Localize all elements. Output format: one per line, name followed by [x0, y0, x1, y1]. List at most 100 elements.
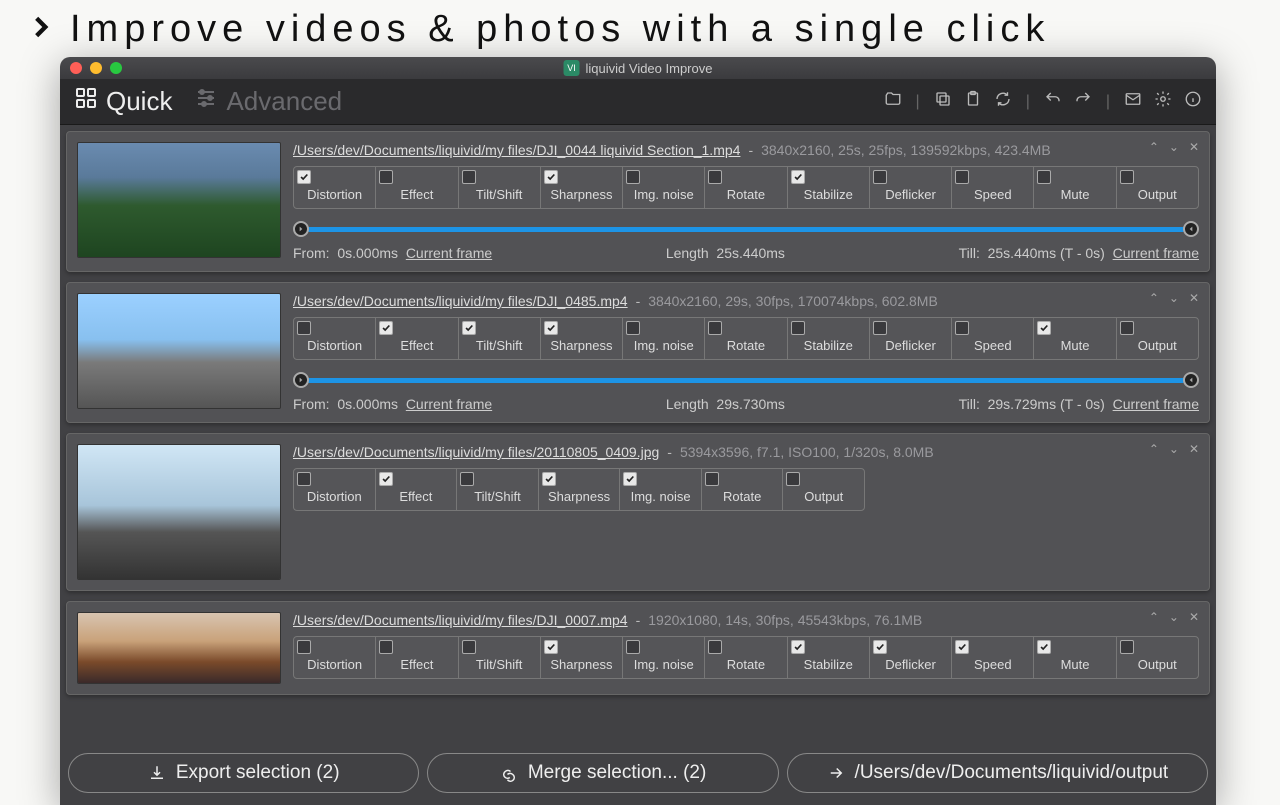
option-distortion[interactable]: Distortion	[294, 469, 376, 510]
timeline-handle-end[interactable]	[1183, 372, 1199, 388]
folder-open-icon[interactable]	[884, 90, 902, 113]
checkbox[interactable]	[542, 472, 556, 486]
info-icon[interactable]	[1184, 90, 1202, 113]
collapse-up-icon[interactable]: ⌃	[1149, 442, 1159, 456]
media-card[interactable]: ⌃ ⌄ ✕ /Users/dev/Documents/liquivid/my f…	[66, 433, 1210, 591]
collapse-up-icon[interactable]: ⌃	[1149, 291, 1159, 305]
option-deflicker[interactable]: Deflicker	[870, 637, 952, 678]
checkbox[interactable]	[786, 472, 800, 486]
current-frame-link[interactable]: Current frame	[1113, 396, 1199, 412]
media-card[interactable]: ⌃ ⌄ ✕ /Users/dev/Documents/liquivid/my f…	[66, 282, 1210, 423]
close-icon[interactable]: ✕	[1189, 610, 1199, 624]
minimize-window-icon[interactable]	[90, 62, 102, 74]
collapse-up-icon[interactable]: ⌃	[1149, 140, 1159, 154]
option-deflicker[interactable]: Deflicker	[870, 318, 952, 359]
current-frame-link[interactable]: Current frame	[406, 396, 492, 412]
checkbox[interactable]	[873, 170, 887, 184]
checkbox[interactable]	[544, 321, 558, 335]
refresh-icon[interactable]	[994, 90, 1012, 113]
checkbox[interactable]	[460, 472, 474, 486]
media-card[interactable]: ⌃ ⌄ ✕ /Users/dev/Documents/liquivid/my f…	[66, 601, 1210, 695]
checkbox[interactable]	[544, 170, 558, 184]
option-speed[interactable]: Speed	[952, 318, 1034, 359]
media-card[interactable]: ⌃ ⌄ ✕ /Users/dev/Documents/liquivid/my f…	[66, 131, 1210, 272]
checkbox[interactable]	[297, 472, 311, 486]
option-rotate[interactable]: Rotate	[705, 167, 787, 208]
option-tiltshift[interactable]: Tilt/Shift	[457, 469, 539, 510]
option-deflicker[interactable]: Deflicker	[870, 167, 952, 208]
expand-down-icon[interactable]: ⌄	[1169, 610, 1179, 624]
option-imgnoise[interactable]: Img. noise	[620, 469, 702, 510]
gear-icon[interactable]	[1154, 90, 1172, 113]
checkbox[interactable]	[708, 321, 722, 335]
checkbox[interactable]	[873, 640, 887, 654]
file-path-link[interactable]: /Users/dev/Documents/liquivid/my files/D…	[293, 612, 628, 628]
option-stabilize[interactable]: Stabilize	[788, 167, 870, 208]
undo-icon[interactable]	[1044, 90, 1062, 113]
thumbnail[interactable]	[77, 612, 281, 684]
copy-icon[interactable]	[934, 90, 952, 113]
expand-down-icon[interactable]: ⌄	[1169, 291, 1179, 305]
mail-icon[interactable]	[1124, 90, 1142, 113]
close-icon[interactable]: ✕	[1189, 140, 1199, 154]
option-tiltshift[interactable]: Tilt/Shift	[459, 637, 541, 678]
option-sharpness[interactable]: Sharpness	[541, 318, 623, 359]
checkbox[interactable]	[462, 640, 476, 654]
option-speed[interactable]: Speed	[952, 167, 1034, 208]
tab-advanced[interactable]: Advanced	[194, 86, 342, 117]
paste-icon[interactable]	[964, 90, 982, 113]
checkbox[interactable]	[1037, 640, 1051, 654]
option-stabilize[interactable]: Stabilize	[788, 318, 870, 359]
current-frame-link[interactable]: Current frame	[406, 245, 492, 261]
checkbox[interactable]	[379, 472, 393, 486]
option-effect[interactable]: Effect	[376, 469, 458, 510]
close-icon[interactable]: ✕	[1189, 291, 1199, 305]
option-speed[interactable]: Speed	[952, 637, 1034, 678]
close-window-icon[interactable]	[70, 62, 82, 74]
checkbox[interactable]	[708, 170, 722, 184]
option-imgnoise[interactable]: Img. noise	[623, 318, 705, 359]
option-mute[interactable]: Mute	[1034, 318, 1116, 359]
file-path-link[interactable]: /Users/dev/Documents/liquivid/my files/2…	[293, 444, 659, 460]
close-icon[interactable]: ✕	[1189, 442, 1199, 456]
file-path-link[interactable]: /Users/dev/Documents/liquivid/my files/D…	[293, 293, 628, 309]
checkbox[interactable]	[297, 640, 311, 654]
file-path-link[interactable]: /Users/dev/Documents/liquivid/my files/D…	[293, 142, 740, 158]
checkbox[interactable]	[1120, 321, 1134, 335]
option-effect[interactable]: Effect	[376, 167, 458, 208]
current-frame-link[interactable]: Current frame	[1113, 245, 1199, 261]
checkbox[interactable]	[705, 472, 719, 486]
checkbox[interactable]	[462, 170, 476, 184]
checkbox[interactable]	[379, 321, 393, 335]
option-rotate[interactable]: Rotate	[705, 318, 787, 359]
option-stabilize[interactable]: Stabilize	[788, 637, 870, 678]
timeline-handle-start[interactable]	[293, 221, 309, 237]
checkbox[interactable]	[873, 321, 887, 335]
checkbox[interactable]	[379, 170, 393, 184]
checkbox[interactable]	[379, 640, 393, 654]
option-rotate[interactable]: Rotate	[705, 637, 787, 678]
timeline[interactable]	[293, 221, 1199, 237]
checkbox[interactable]	[791, 640, 805, 654]
checkbox[interactable]	[955, 170, 969, 184]
option-output[interactable]: Output	[1117, 167, 1198, 208]
expand-down-icon[interactable]: ⌄	[1169, 140, 1179, 154]
collapse-up-icon[interactable]: ⌃	[1149, 610, 1159, 624]
option-rotate[interactable]: Rotate	[702, 469, 784, 510]
checkbox[interactable]	[626, 321, 640, 335]
redo-icon[interactable]	[1074, 90, 1092, 113]
traffic-lights[interactable]	[70, 62, 122, 74]
timeline[interactable]	[293, 372, 1199, 388]
option-output[interactable]: Output	[1117, 637, 1198, 678]
export-selection-button[interactable]: Export selection (2)	[68, 753, 419, 793]
option-distortion[interactable]: Distortion	[294, 637, 376, 678]
checkbox[interactable]	[1037, 321, 1051, 335]
checkbox[interactable]	[626, 640, 640, 654]
checkbox[interactable]	[297, 170, 311, 184]
option-mute[interactable]: Mute	[1034, 637, 1116, 678]
checkbox[interactable]	[955, 640, 969, 654]
thumbnail[interactable]	[77, 444, 281, 580]
option-sharpness[interactable]: Sharpness	[541, 637, 623, 678]
checkbox[interactable]	[544, 640, 558, 654]
option-output[interactable]: Output	[783, 469, 864, 510]
